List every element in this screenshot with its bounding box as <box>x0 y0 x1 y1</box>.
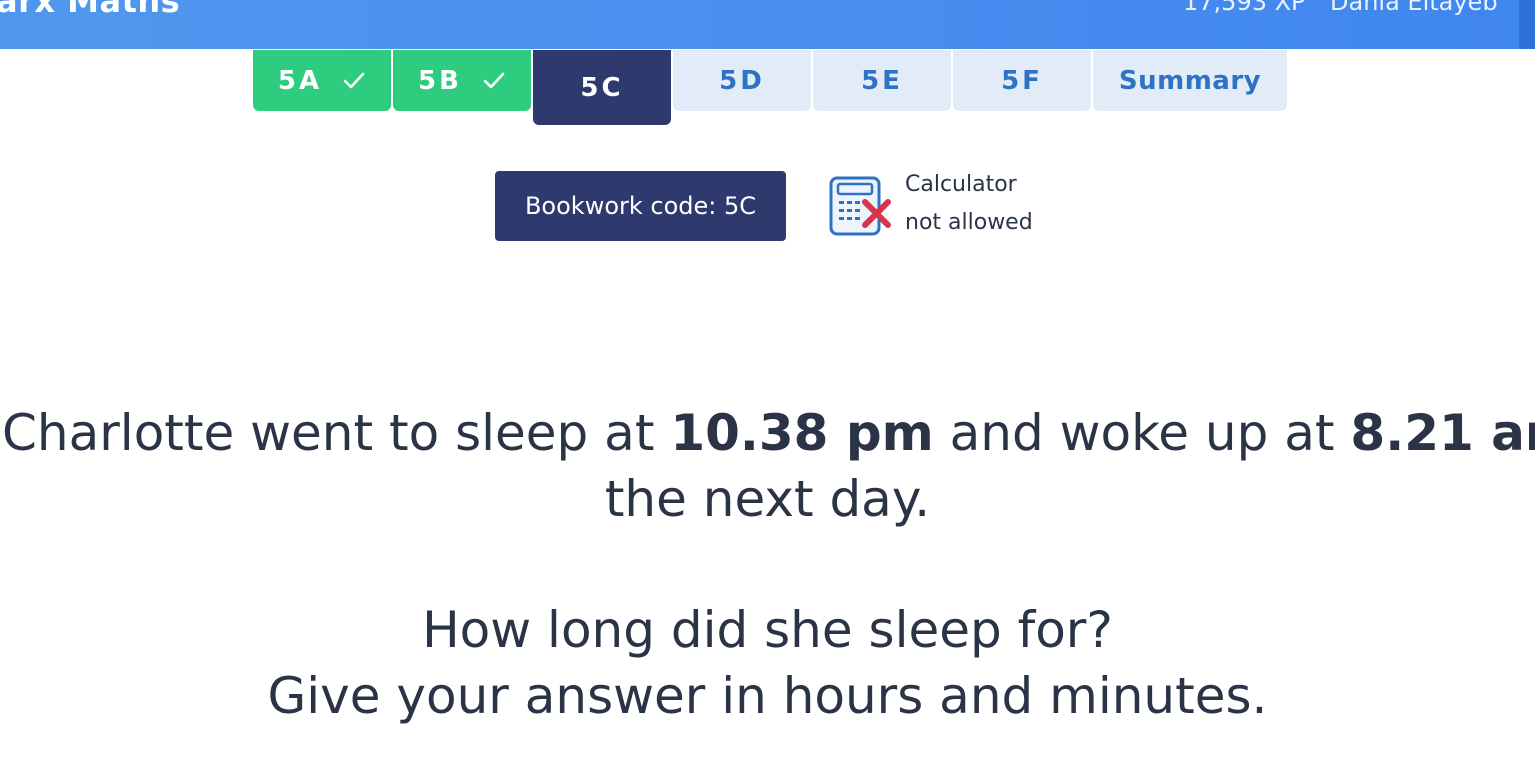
check-icon <box>483 72 505 88</box>
user-name[interactable]: Dania Eltayeb <box>1330 0 1498 16</box>
xp-counter: 17,593 XP <box>1183 0 1306 16</box>
tab-5a[interactable]: 5A <box>253 50 391 111</box>
question-line-1: Charlotte went to sleep at 10.38 pm and … <box>2 404 1535 462</box>
tab-label: 5A <box>277 65 323 96</box>
check-icon <box>343 72 365 88</box>
calculator-status: not allowed <box>905 210 1033 235</box>
question-line-2: the next day. <box>604 470 931 528</box>
bookwork-code-label: Bookwork code: 5C <box>524 192 757 220</box>
tab-label: 5E <box>861 65 903 96</box>
question-line-3: How long did she sleep for? <box>422 601 1113 659</box>
tab-5c[interactable]: 5C <box>533 50 671 125</box>
scrollbar[interactable] <box>1519 0 1535 49</box>
tab-summary[interactable]: Summary <box>1093 50 1287 111</box>
app-title[interactable]: arx Maths <box>0 0 180 20</box>
tab-label: 5B <box>418 65 462 96</box>
tab-5f[interactable]: 5F <box>953 50 1091 111</box>
tab-5d[interactable]: 5D <box>673 50 811 111</box>
tab-label: 5D <box>719 65 765 96</box>
top-bar: arx Maths 17,593 XP Dania Eltayeb <box>0 0 1519 49</box>
question-line-4: Give your answer in hours and minutes. <box>267 667 1268 725</box>
tab-5b[interactable]: 5B <box>393 50 531 111</box>
tab-label: Summary <box>1118 65 1262 96</box>
tab-label: 5C <box>580 72 624 103</box>
calculator-not-allowed-icon <box>829 176 891 236</box>
question-text: and woke up at <box>933 404 1351 462</box>
calculator-label: Calculator <box>905 172 1017 197</box>
tab-label: 5F <box>1001 65 1043 96</box>
wake-time: 8.21 am <box>1350 404 1535 462</box>
bookwork-code: Bookwork code: 5C <box>495 171 786 241</box>
question-text: Charlotte went to sleep at <box>2 404 671 462</box>
sleep-time: 10.38 pm <box>670 404 934 462</box>
tab-5e[interactable]: 5E <box>813 50 951 111</box>
